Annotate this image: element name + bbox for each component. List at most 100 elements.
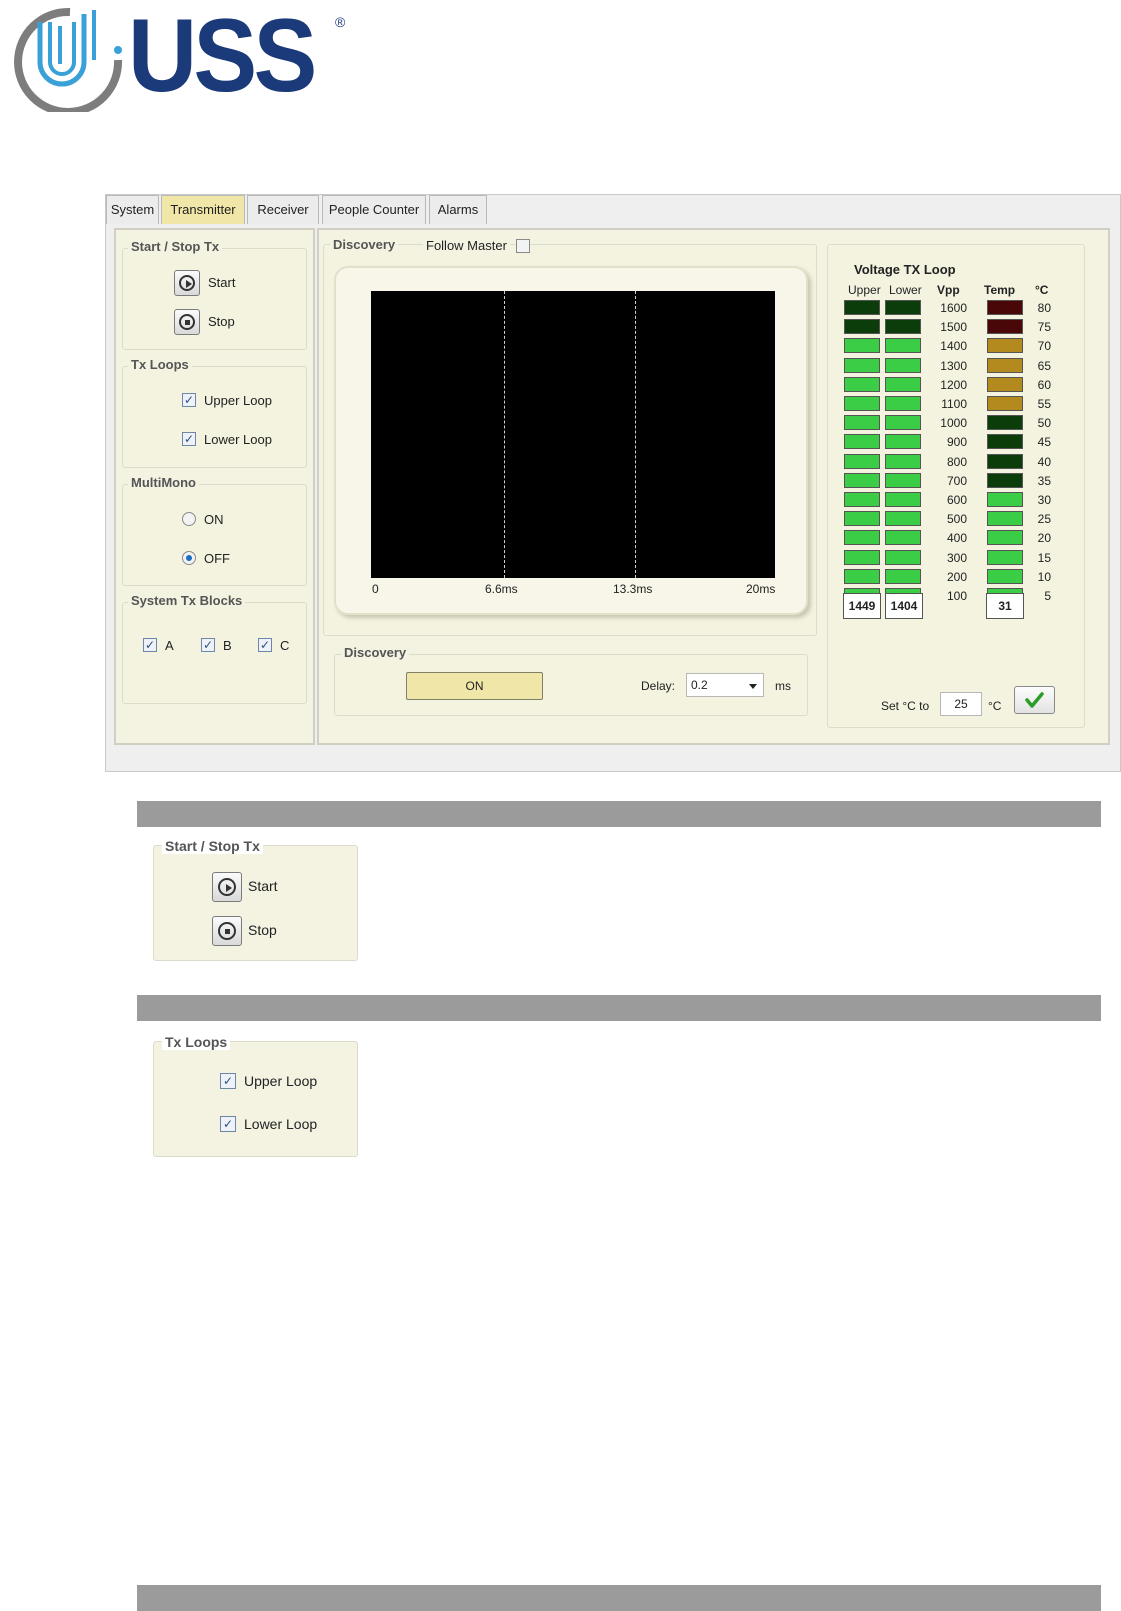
upper-level-bar: [844, 568, 880, 584]
multimono-group: [122, 484, 307, 586]
tab-alarms[interactable]: Alarms: [429, 195, 487, 224]
upper-level-bar: [844, 434, 880, 450]
temp-level-bar: [987, 434, 1023, 450]
lower-level-bar: [885, 357, 921, 373]
tab-people-counter[interactable]: People Counter: [322, 195, 426, 224]
upper-level-bar: [844, 319, 880, 335]
stop-button[interactable]: [174, 309, 200, 335]
delay-select[interactable]: 0.2: [686, 673, 764, 697]
stop-zoom-label: Stop: [248, 922, 277, 938]
tab-transmitter[interactable]: Transmitter: [161, 195, 245, 224]
lower-loop-checkbox[interactable]: ✓: [182, 432, 196, 446]
temp-col-header: Temp: [984, 283, 1016, 297]
grid-line: [635, 291, 636, 578]
play-icon: [179, 275, 195, 291]
axis-tick-0: 0: [372, 582, 379, 596]
start-zoom-button[interactable]: [212, 872, 242, 902]
vpp-level-label: 900: [946, 435, 967, 450]
oscilloscope-display: [371, 291, 775, 578]
upper-level-bar: [844, 396, 880, 411]
upper-loop-zoom-checkbox[interactable]: ✓: [220, 1073, 236, 1089]
lower-level-bar: [885, 530, 921, 546]
temp-level-bar: [987, 511, 1023, 527]
start-stop-zoom-title: Start / Stop Tx: [162, 838, 263, 854]
start-label: Start: [208, 275, 236, 290]
block-c-checkbox[interactable]: ✓: [258, 638, 272, 652]
section-bar: [137, 995, 1101, 1021]
main-panel: Discovery Follow Master 0 6.6ms 13.3ms 2…: [317, 228, 1110, 745]
set-temp-input[interactable]: 25: [940, 692, 982, 716]
multimono-on-radio[interactable]: [182, 512, 196, 526]
tx-loops-zoom: [153, 1041, 358, 1157]
upper-level-bar: [844, 376, 880, 392]
discovery-title: Discovery: [330, 237, 399, 252]
logo-text: USS: [128, 0, 317, 114]
lower-level-bar: [885, 396, 921, 411]
temp-level-label: 60: [1037, 377, 1051, 392]
temp-level-label: 20: [1037, 531, 1051, 546]
lower-level-bar: [885, 511, 921, 527]
stop-icon: [179, 314, 195, 330]
vpp-level-label: 800: [946, 454, 967, 469]
upper-level-bar: [844, 472, 880, 488]
delay-value: 0.2: [691, 678, 708, 692]
lower-loop-zoom-checkbox[interactable]: ✓: [220, 1116, 236, 1132]
vpp-level-label: 1600: [940, 301, 967, 315]
lower-level-bar: [885, 549, 921, 565]
upper-loop-checkbox[interactable]: ✓: [182, 393, 196, 407]
temp-level-bar: [987, 492, 1023, 507]
lower-level-bar: [885, 568, 921, 584]
logo-registered-mark: ®: [335, 14, 346, 30]
upper-loop-label: Upper Loop: [204, 393, 272, 408]
start-stop-zoom: [153, 845, 358, 961]
temp-level-bar: [987, 453, 1023, 469]
temp-level-label: 35: [1037, 473, 1051, 488]
lower-vpp-value: 1404: [885, 593, 923, 619]
temp-level-bar: [987, 300, 1023, 315]
vpp-level-label: 200: [946, 569, 967, 584]
lower-level-bar: [885, 492, 921, 507]
upper-level-bar: [844, 357, 880, 373]
lower-col-header: Lower: [889, 283, 922, 297]
multimono-off-radio[interactable]: [182, 551, 196, 565]
block-c-label: C: [280, 638, 290, 653]
lower-level-bar: [885, 300, 921, 315]
temp-level-label: 5: [1044, 589, 1051, 603]
temp-value: 31: [986, 593, 1024, 619]
temp-level-bar: [987, 357, 1023, 373]
axis-tick-1: 6.6ms: [485, 582, 518, 596]
stop-zoom-button[interactable]: [212, 916, 242, 946]
delay-unit: ms: [775, 679, 791, 693]
lower-level-bar: [885, 319, 921, 335]
start-zoom-label: Start: [248, 878, 278, 894]
temp-level-bar: [987, 319, 1023, 335]
play-icon: [218, 878, 236, 896]
section-bar: [137, 1585, 1101, 1611]
temp-level-label: 50: [1037, 416, 1051, 431]
temp-level-label: 75: [1037, 320, 1051, 335]
discovery-on-button[interactable]: ON: [406, 672, 543, 700]
temp-level-bar: [987, 415, 1023, 431]
tx-blocks-group: [122, 602, 307, 704]
start-button[interactable]: [174, 270, 200, 296]
temp-level-bar: [987, 338, 1023, 354]
start-stop-title: Start / Stop Tx: [128, 239, 223, 254]
lower-level-bar: [885, 415, 921, 431]
start-stop-group: [122, 248, 307, 350]
tab-receiver[interactable]: Receiver: [247, 195, 319, 224]
discovery-control-title: Discovery: [341, 645, 410, 660]
celsius-col-header: °C: [1035, 283, 1049, 297]
tab-system[interactable]: System: [106, 195, 159, 224]
tx-loops-group: [122, 366, 307, 468]
vpp-level-label: 400: [946, 531, 967, 546]
temp-level-bar: [987, 549, 1023, 565]
block-b-label: B: [223, 638, 232, 653]
follow-master-checkbox[interactable]: [516, 239, 530, 253]
check-icon: [1025, 692, 1044, 708]
block-b-checkbox[interactable]: ✓: [201, 638, 215, 652]
block-a-checkbox[interactable]: ✓: [143, 638, 157, 652]
voltage-title: Voltage TX Loop: [854, 262, 956, 277]
apply-temp-button[interactable]: [1014, 686, 1055, 714]
stop-icon: [218, 922, 236, 940]
lower-level-bar: [885, 376, 921, 392]
